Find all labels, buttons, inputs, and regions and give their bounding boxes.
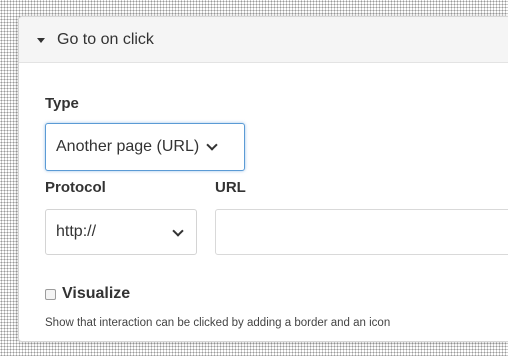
caret-down-icon — [37, 37, 45, 43]
type-select[interactable]: Another page (URL) — [45, 123, 245, 171]
visualize-checkbox[interactable] — [45, 288, 56, 300]
chevron-down-icon — [172, 225, 184, 237]
type-select-value: Another page (URL) — [56, 138, 200, 155]
go-to-on-click-panel: Go to on click Type Another page (URL) P… — [18, 16, 508, 342]
visualize-row: Visualize — [45, 285, 130, 303]
protocol-label: Protocol — [45, 179, 106, 196]
visualize-label[interactable]: Visualize — [62, 285, 130, 303]
section-title: Go to on click — [57, 30, 154, 48]
visualize-help-text: Show that interaction can be clicked by … — [45, 317, 391, 329]
protocol-select[interactable]: http:// — [45, 209, 197, 255]
url-input[interactable] — [215, 209, 508, 255]
url-label: URL — [215, 179, 246, 196]
type-label: Type — [45, 95, 79, 112]
protocol-select-value: http:// — [56, 223, 97, 240]
section-header[interactable]: Go to on click — [19, 17, 508, 63]
chevron-down-icon — [206, 138, 218, 151]
